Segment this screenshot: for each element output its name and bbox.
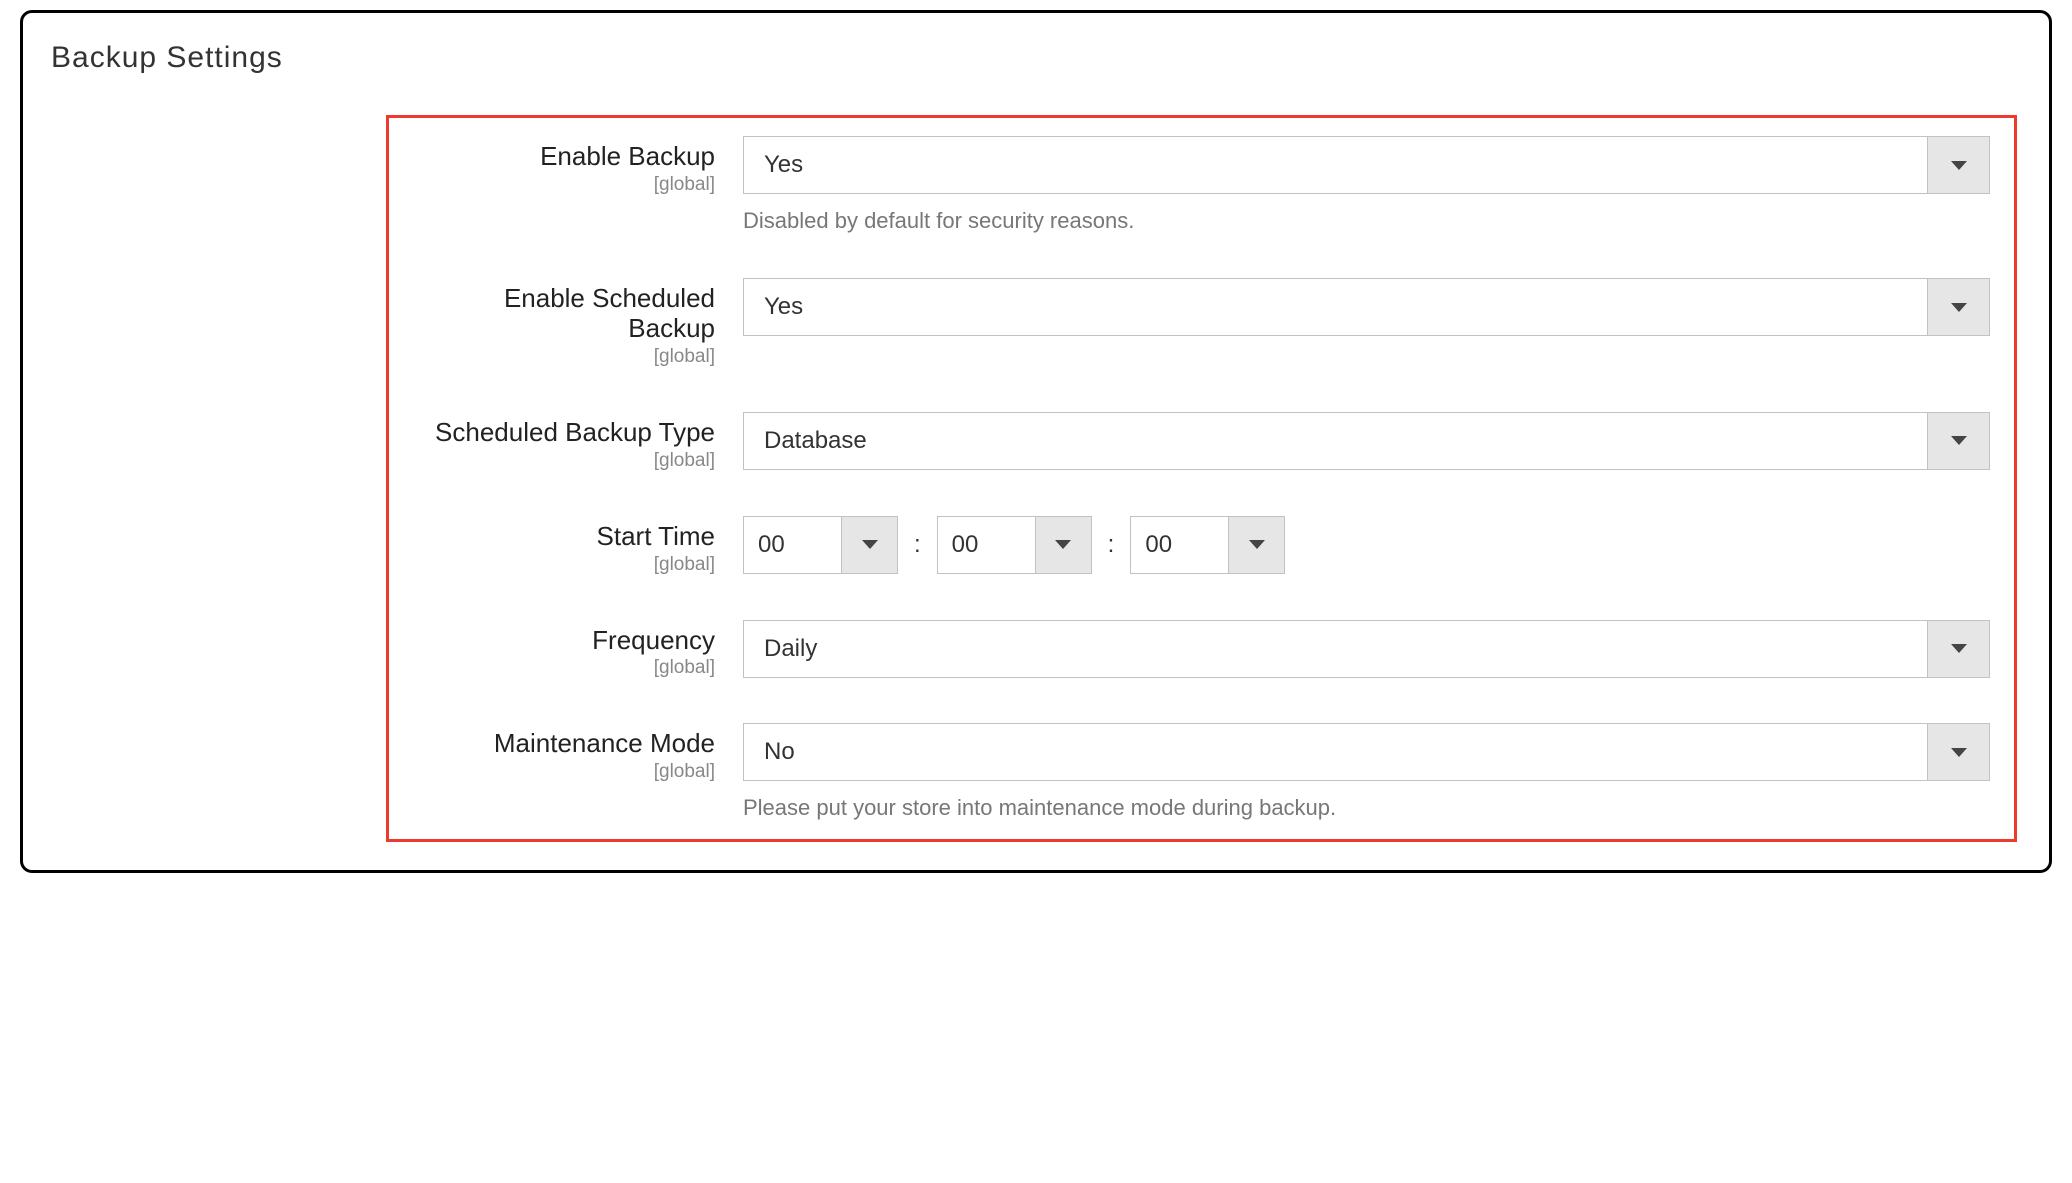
dropdown-button[interactable] <box>1228 517 1284 573</box>
select-value: Yes <box>744 279 1927 335</box>
fields-container: Enable Backup [global] Yes Disabled by d… <box>386 115 2017 842</box>
label-text: Start Time <box>413 522 715 552</box>
label-text: Scheduled Backup Type <box>413 418 715 448</box>
field-frequency: Frequency [global] Daily <box>413 620 1990 680</box>
chevron-down-icon <box>1055 540 1071 549</box>
control-maintenance-mode: No Please put your store into maintenanc… <box>743 723 1990 821</box>
start-time-hours-select[interactable]: 00 <box>743 516 898 574</box>
start-time-minutes-select[interactable]: 00 <box>937 516 1092 574</box>
chevron-down-icon <box>1951 303 1967 312</box>
control-enable-scheduled: Yes <box>743 278 1990 336</box>
label-text: Maintenance Mode <box>413 729 715 759</box>
field-enable-backup: Enable Backup [global] Yes Disabled by d… <box>413 136 1990 234</box>
enable-scheduled-select[interactable]: Yes <box>743 278 1990 336</box>
dropdown-button[interactable] <box>1035 517 1091 573</box>
label-text: Enable Scheduled Backup <box>413 284 715 344</box>
label-enable-backup: Enable Backup [global] <box>413 136 743 196</box>
enable-backup-select[interactable]: Yes <box>743 136 1990 194</box>
backup-type-select[interactable]: Database <box>743 412 1990 470</box>
dropdown-button[interactable] <box>1927 279 1989 335</box>
section-title: Backup Settings <box>51 41 2025 75</box>
label-text: Enable Backup <box>413 142 715 172</box>
label-backup-type: Scheduled Backup Type [global] <box>413 412 743 472</box>
control-backup-type: Database <box>743 412 1990 470</box>
control-start-time: 00 : 00 : 00 <box>743 516 1990 574</box>
backup-settings-panel: Backup Settings Enable Backup [global] Y… <box>20 10 2052 873</box>
select-value: 00 <box>1131 517 1228 573</box>
field-maintenance-mode: Maintenance Mode [global] No Please put … <box>413 723 1990 821</box>
frequency-select[interactable]: Daily <box>743 620 1990 678</box>
start-time-seconds-select[interactable]: 00 <box>1130 516 1285 574</box>
dropdown-button[interactable] <box>1927 724 1989 780</box>
chevron-down-icon <box>1951 644 1967 653</box>
dropdown-button[interactable] <box>1927 137 1989 193</box>
label-enable-scheduled: Enable Scheduled Backup [global] <box>413 278 743 368</box>
chevron-down-icon <box>862 540 878 549</box>
dropdown-button[interactable] <box>1927 413 1989 469</box>
time-separator: : <box>910 531 925 559</box>
time-separator: : <box>1104 531 1119 559</box>
maintenance-mode-note: Please put your store into maintenance m… <box>743 795 1990 821</box>
label-frequency: Frequency [global] <box>413 620 743 680</box>
dropdown-button[interactable] <box>841 517 897 573</box>
select-value: 00 <box>744 517 841 573</box>
chevron-down-icon <box>1249 540 1265 549</box>
chevron-down-icon <box>1951 436 1967 445</box>
scope-label: [global] <box>413 657 715 679</box>
maintenance-mode-select[interactable]: No <box>743 723 1990 781</box>
start-time-group: 00 : 00 : 00 <box>743 516 1990 574</box>
dropdown-button[interactable] <box>1927 621 1989 677</box>
chevron-down-icon <box>1951 748 1967 757</box>
select-value: No <box>744 724 1927 780</box>
control-enable-backup: Yes Disabled by default for security rea… <box>743 136 1990 234</box>
field-backup-type: Scheduled Backup Type [global] Database <box>413 412 1990 472</box>
label-start-time: Start Time [global] <box>413 516 743 576</box>
label-maintenance-mode: Maintenance Mode [global] <box>413 723 743 783</box>
scope-label: [global] <box>413 174 715 196</box>
scope-label: [global] <box>413 450 715 472</box>
field-start-time: Start Time [global] 00 : 00 : 00 <box>413 516 1990 576</box>
enable-backup-note: Disabled by default for security reasons… <box>743 208 1990 234</box>
select-value: Daily <box>744 621 1927 677</box>
scope-label: [global] <box>413 761 715 783</box>
chevron-down-icon <box>1951 161 1967 170</box>
select-value: 00 <box>938 517 1035 573</box>
scope-label: [global] <box>413 346 715 368</box>
control-frequency: Daily <box>743 620 1990 678</box>
select-value: Yes <box>744 137 1927 193</box>
scope-label: [global] <box>413 554 715 576</box>
select-value: Database <box>744 413 1927 469</box>
label-text: Frequency <box>413 626 715 656</box>
field-enable-scheduled: Enable Scheduled Backup [global] Yes <box>413 278 1990 368</box>
